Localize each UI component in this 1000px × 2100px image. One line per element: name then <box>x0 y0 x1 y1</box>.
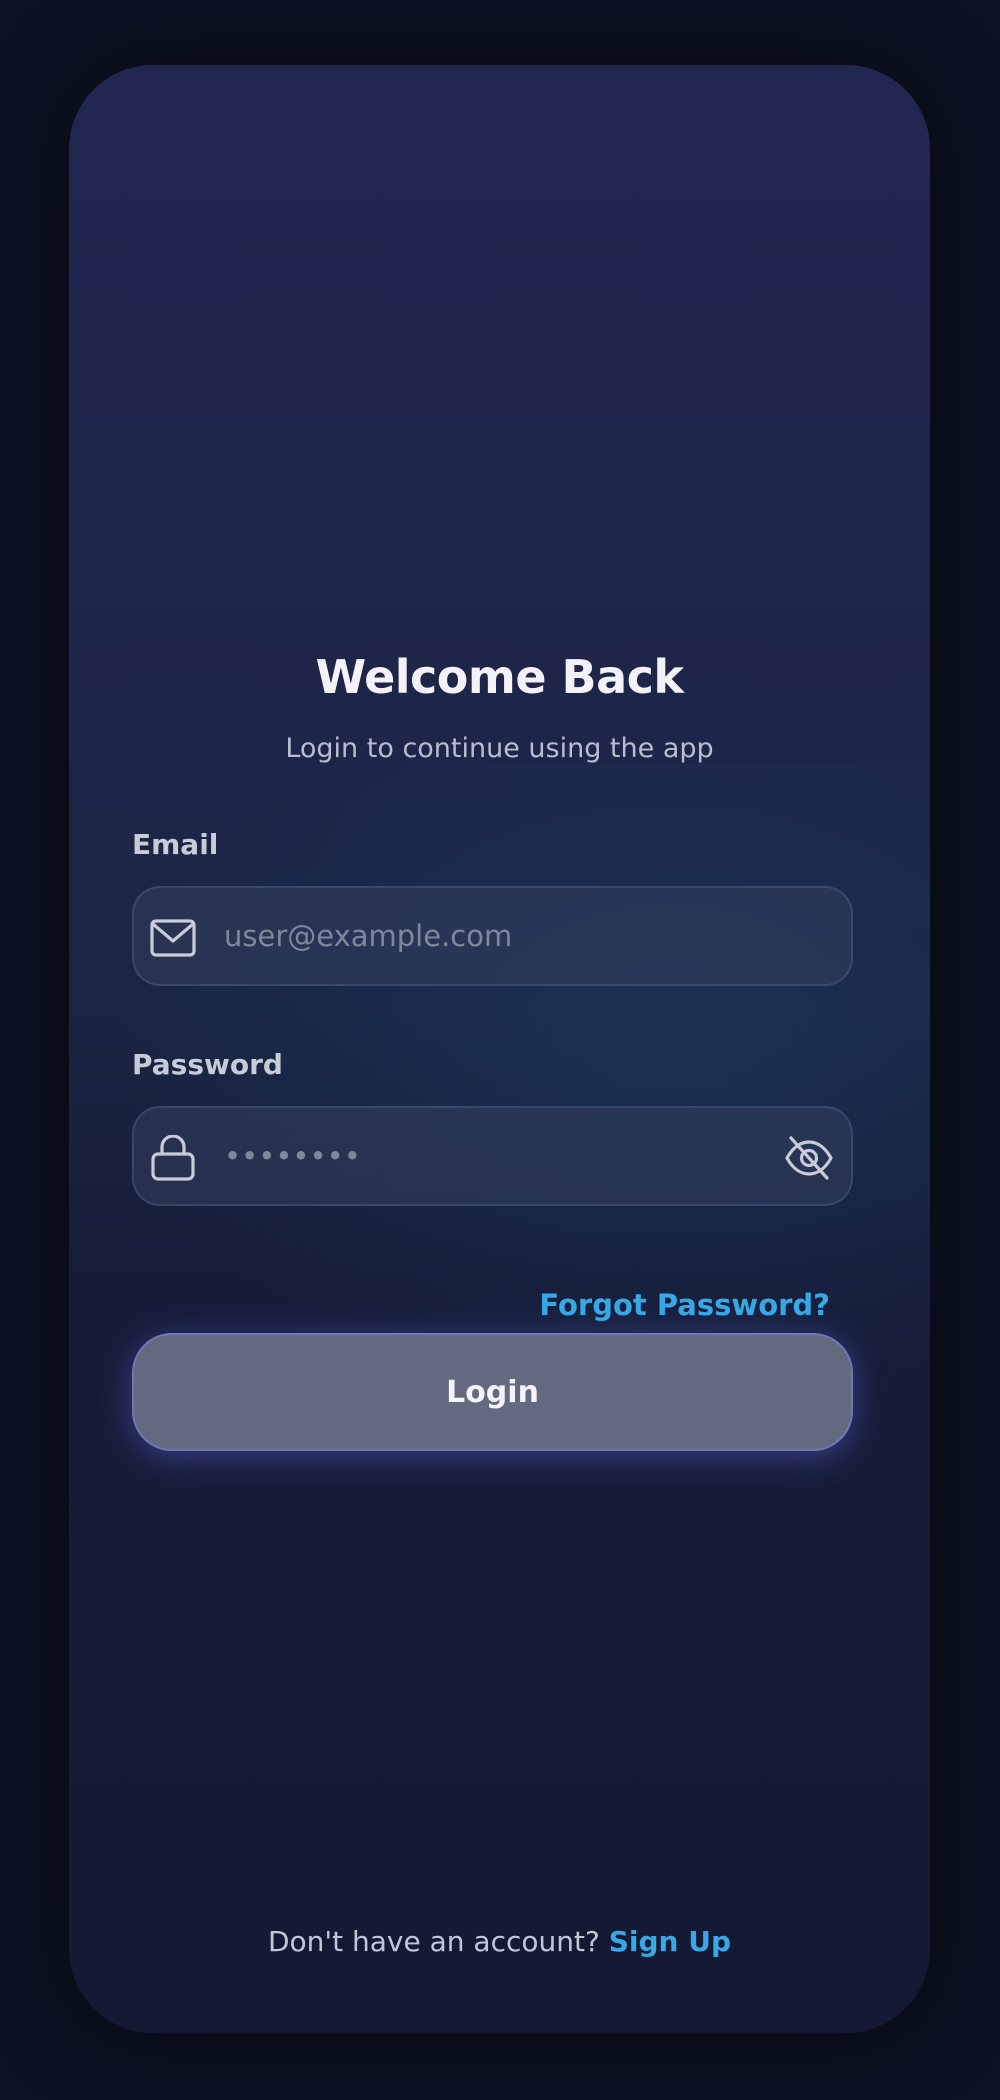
eye-off-icon[interactable] <box>783 1132 835 1184</box>
email-input[interactable] <box>224 888 784 984</box>
forgot-password-link[interactable]: Forgot Password? <box>539 1288 830 1322</box>
login-button[interactable]: Login <box>132 1333 853 1451</box>
password-label: Password <box>132 1048 283 1081</box>
signup-row: Don't have an account? Sign Up <box>69 1925 930 1958</box>
login-card: Welcome Back Login to continue using the… <box>69 65 930 2033</box>
signup-link[interactable]: Sign Up <box>609 1925 731 1958</box>
password-field-container[interactable] <box>132 1106 853 1206</box>
page-title: Welcome Back <box>315 650 684 704</box>
email-field-container[interactable] <box>132 886 853 986</box>
lock-icon <box>150 1134 196 1181</box>
mail-icon <box>150 915 196 961</box>
password-input[interactable] <box>224 1108 784 1204</box>
email-label: Email <box>132 828 219 861</box>
page-subtitle: Login to continue using the app <box>285 733 714 764</box>
signup-prompt: Don't have an account? <box>267 1925 600 1958</box>
